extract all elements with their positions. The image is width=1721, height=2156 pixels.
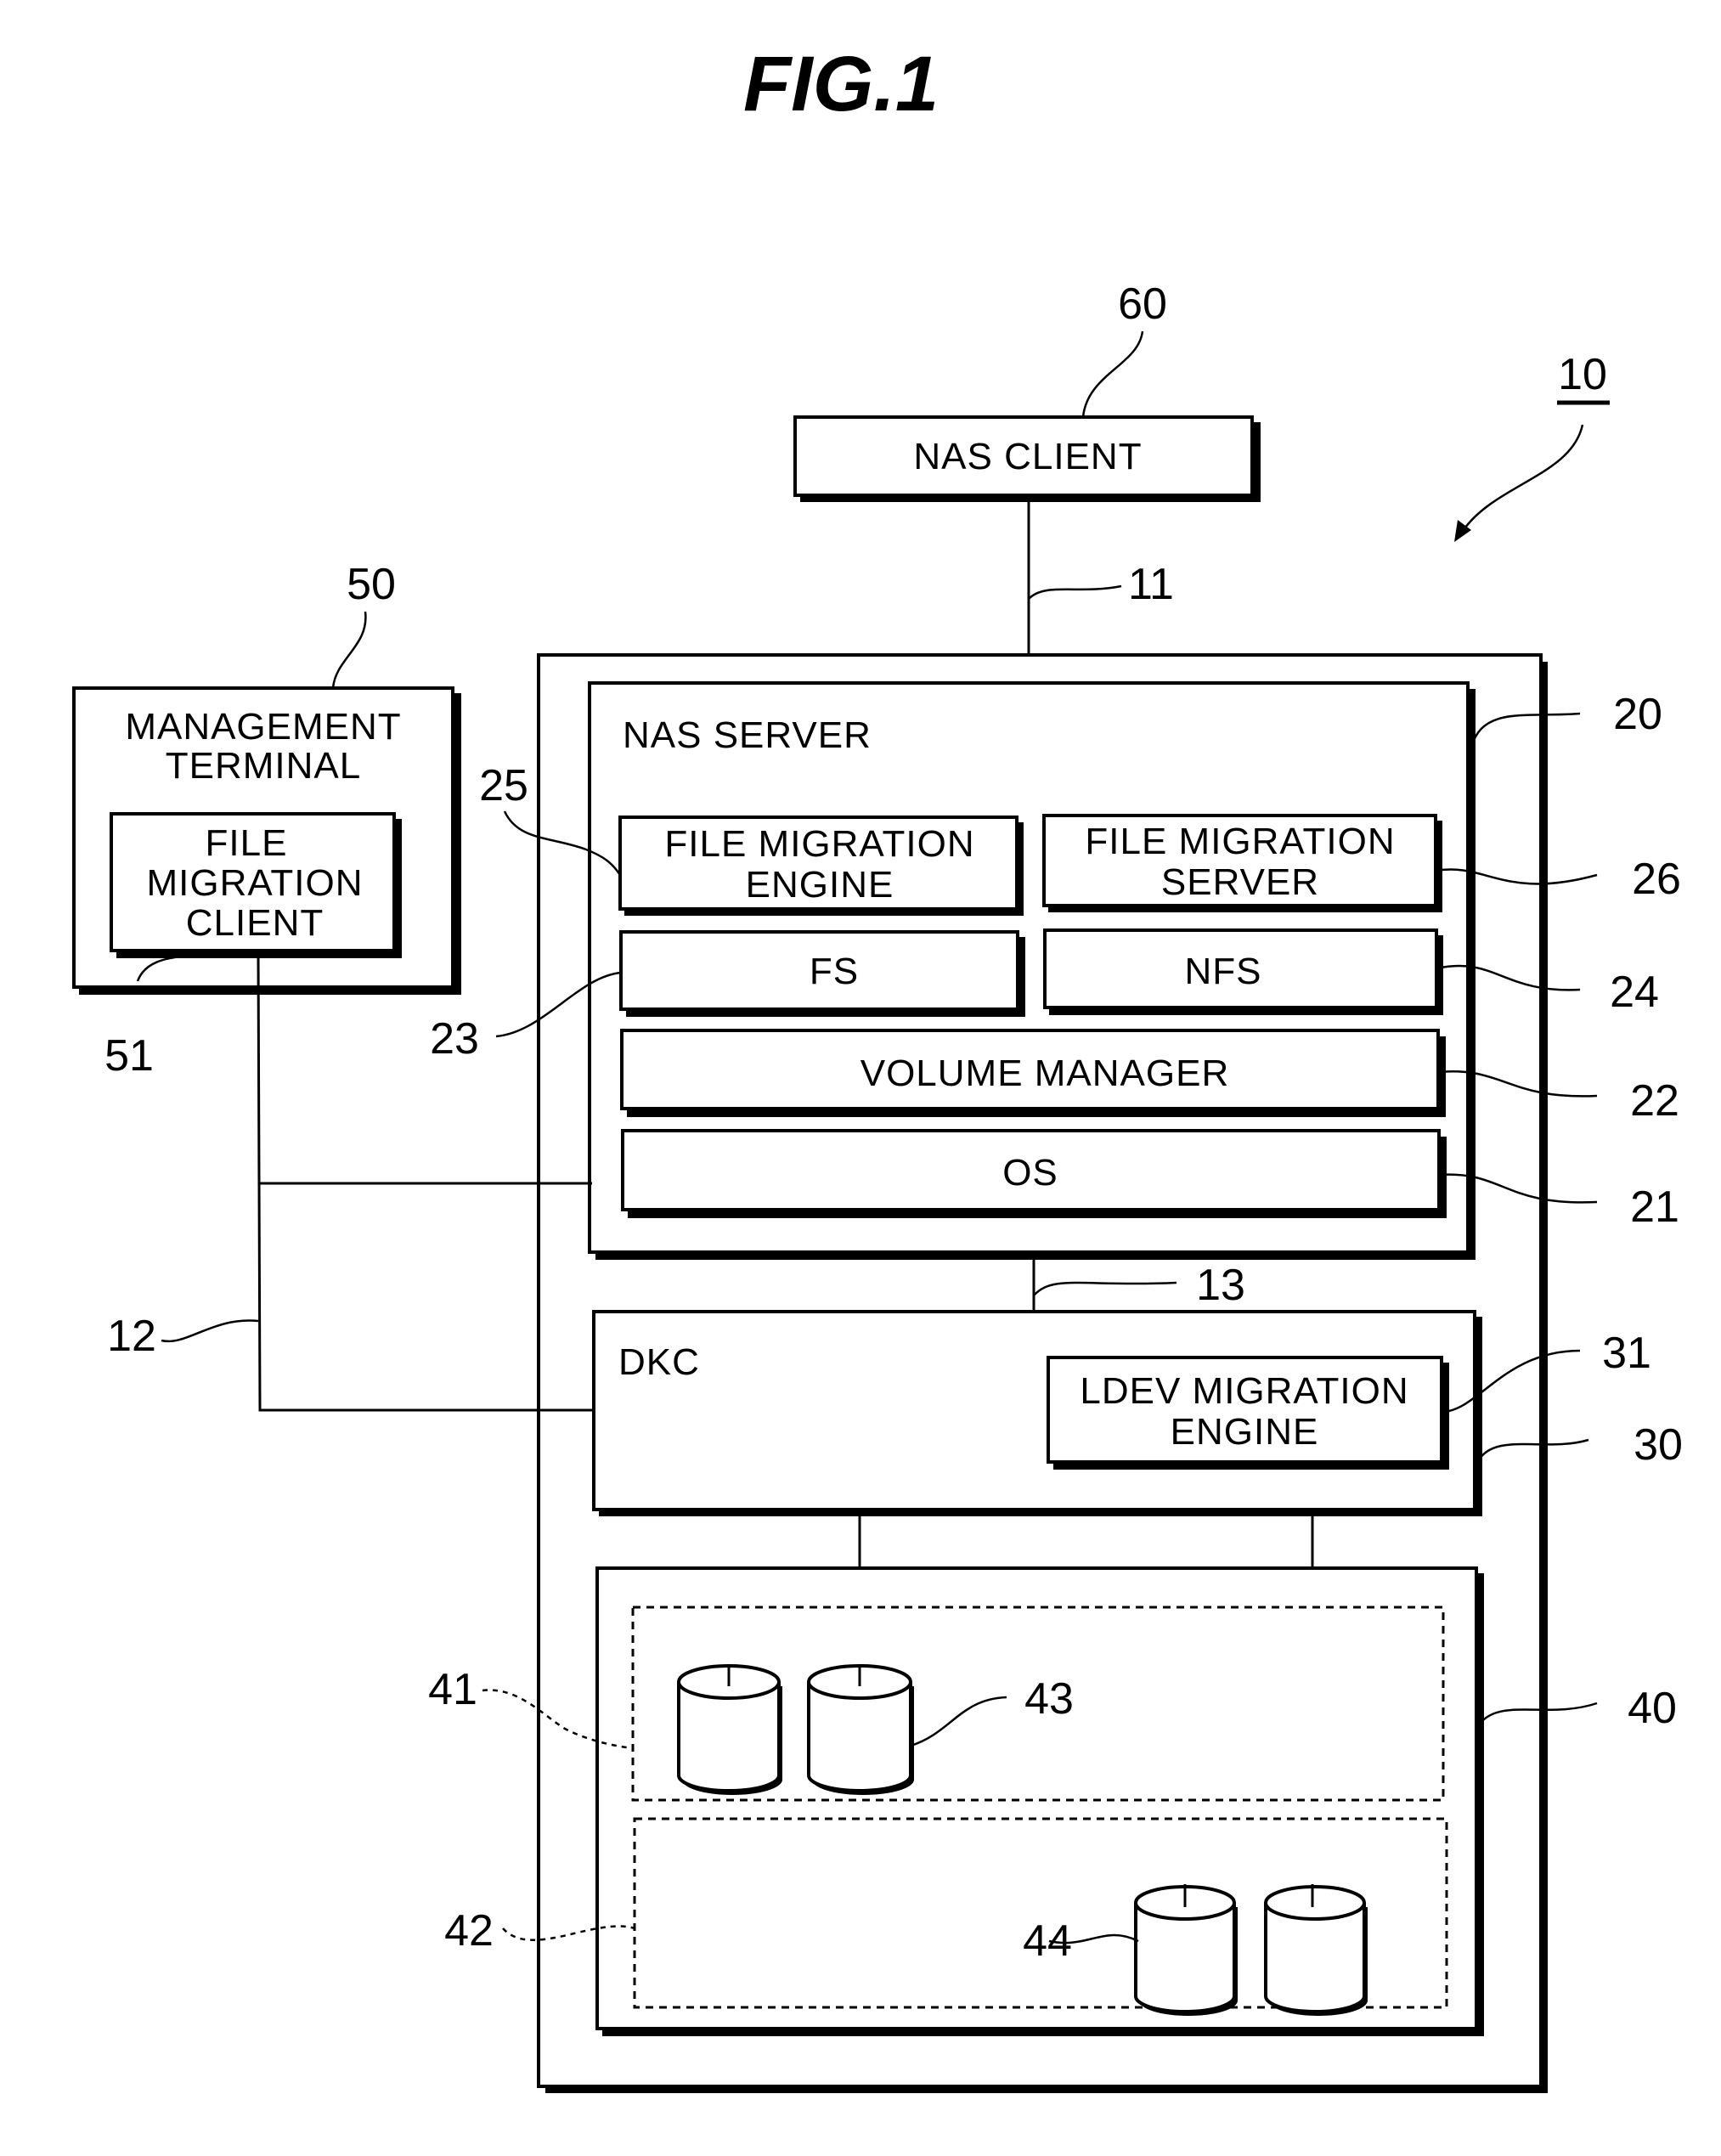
ref-60: 60: [1118, 279, 1167, 329]
nas-server-label: NAS SERVER: [623, 714, 872, 756]
management-terminal-label-2: TERMINAL: [166, 745, 361, 787]
ref-12: 12: [107, 1312, 156, 1361]
ref-50: 50: [347, 560, 396, 609]
file-migration-server-label-1: FILE MIGRATION: [1085, 821, 1395, 862]
ref-13: 13: [1196, 1261, 1245, 1310]
ref-11-leader: [1028, 584, 1122, 600]
ref-51: 51: [104, 1031, 154, 1081]
ref-42: 42: [444, 1906, 494, 1956]
ldev-migration-engine-label-1: LDEV MIGRATION: [1080, 1370, 1408, 1412]
disk-44b: [1264, 1885, 1368, 2016]
management-terminal-label-1: MANAGEMENT: [125, 706, 401, 748]
file-migration-client-label-2: MIGRATION: [146, 862, 363, 904]
nas-client: NAS CLIENT 60: [793, 279, 1261, 502]
fs-label: FS: [810, 951, 859, 992]
ref-41: 41: [428, 1665, 477, 1714]
ref-43-44: 44: [1023, 1916, 1072, 1966]
nas-server: NAS SERVER FILE MIGRATION ENGINE FILE MI…: [588, 681, 1476, 1260]
os-label: OS: [1002, 1152, 1058, 1194]
ref-43: 43: [1024, 1674, 1074, 1724]
ref-30: 30: [1634, 1420, 1683, 1470]
ref-23: 23: [430, 1014, 479, 1064]
file-migration-engine-label-1: FILE MIGRATION: [664, 823, 974, 865]
ldev-migration-engine-label-2: ENGINE: [1171, 1411, 1319, 1453]
disk-44a: [1134, 1885, 1238, 2016]
system-arrow: [1461, 424, 1584, 532]
nas-client-label: NAS CLIENT: [913, 436, 1142, 477]
ref-26: 26: [1632, 855, 1681, 904]
ref-60-leader: [1081, 330, 1144, 418]
ref-12-leader: [161, 1319, 259, 1343]
dkc-label: DKC: [618, 1341, 700, 1383]
file-migration-engine-label-2: ENGINE: [746, 864, 894, 906]
nfs-label: NFS: [1185, 951, 1262, 992]
figure-title: FIG.1: [743, 41, 939, 127]
ref-10: 10: [1558, 350, 1607, 399]
disk-43b: [807, 1664, 914, 1795]
management-terminal: MANAGEMENT TERMINAL FILE MIGRATION CLIEN…: [72, 560, 461, 1081]
ref-22: 22: [1630, 1076, 1679, 1126]
ref-31: 31: [1602, 1329, 1651, 1378]
disk-43a: [677, 1664, 782, 1795]
system-reference: 10: [1454, 350, 1610, 542]
file-migration-client-label-1: FILE: [206, 822, 288, 864]
ref-20: 20: [1613, 690, 1662, 739]
file-migration-client-label-3: CLIENT: [186, 902, 324, 944]
ref-50-leader: [331, 611, 367, 689]
fig1-diagram: FIG.1 10 NAS CLIENT 60 11 NAS SERVER FIL…: [72, 41, 1683, 2093]
file-migration-server-label-2: SERVER: [1161, 861, 1319, 903]
storage-subsystem: [595, 1566, 1484, 2036]
ref-25: 25: [479, 761, 528, 810]
ref-21: 21: [1630, 1182, 1679, 1232]
dkc: DKC LDEV MIGRATION ENGINE: [592, 1310, 1482, 1516]
ref-24: 24: [1610, 968, 1659, 1017]
ref-40: 40: [1628, 1684, 1677, 1733]
ref-11: 11: [1128, 560, 1174, 609]
volume-manager-label: VOLUME MANAGER: [860, 1053, 1230, 1094]
